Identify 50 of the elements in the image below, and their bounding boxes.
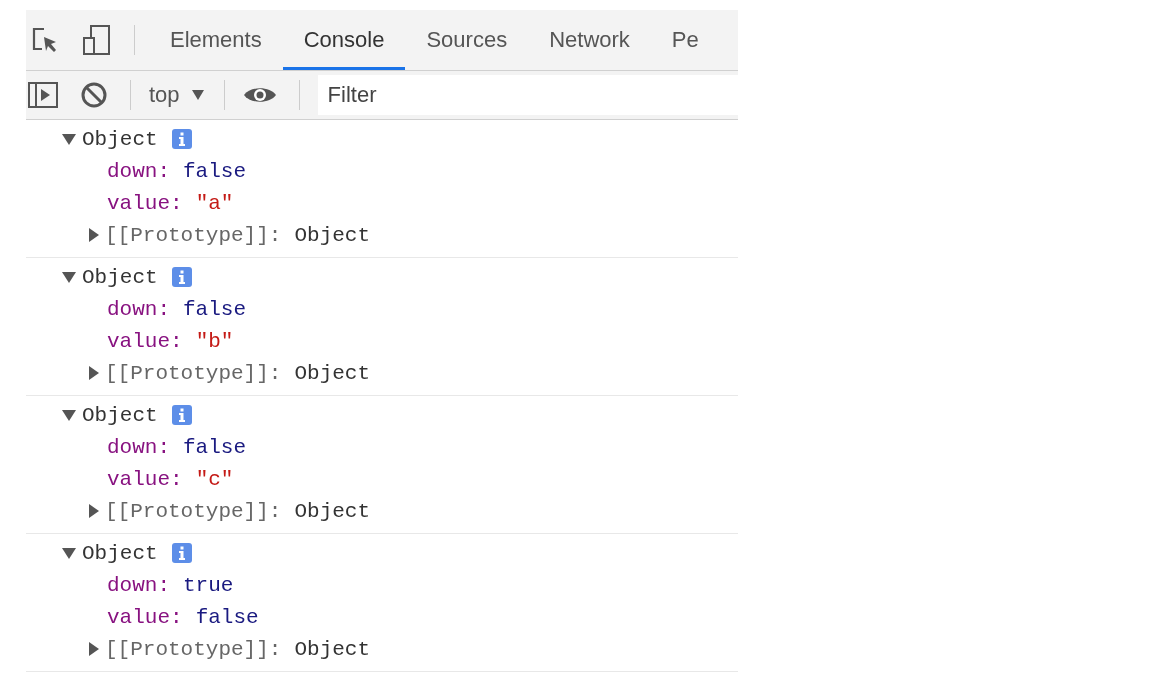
property-value: false [183, 435, 247, 459]
expand-arrow-icon[interactable] [62, 133, 76, 145]
property-value: false [183, 159, 247, 183]
property-key: down: [107, 435, 170, 459]
property-value: true [183, 573, 234, 597]
property-key: value: [107, 605, 183, 629]
context-dropdown[interactable]: top [149, 82, 204, 108]
property-value: "a" [195, 191, 234, 215]
expand-arrow-icon[interactable] [62, 271, 76, 283]
expand-arrow-icon[interactable] [89, 642, 99, 656]
tab[interactable]: Elements [149, 10, 283, 70]
property-key: down: [107, 573, 170, 597]
expand-arrow-icon[interactable] [89, 228, 99, 242]
prototype-value: Object [294, 361, 371, 385]
property-value: false [183, 297, 247, 321]
expand-arrow-icon[interactable] [62, 409, 76, 421]
tab[interactable]: Pe [650, 10, 720, 70]
expand-arrow-icon[interactable] [89, 504, 99, 518]
property-key: down: [107, 159, 170, 183]
prototype-value: Object [294, 499, 371, 523]
filter-field[interactable]: Filter [317, 75, 738, 115]
prototype-key[interactable]: [[Prototype]]: [105, 361, 282, 385]
property-key: down: [107, 297, 170, 321]
info-icon [171, 129, 192, 149]
prototype-key[interactable]: [[Prototype]]: [105, 223, 282, 247]
clear-icon[interactable] [80, 81, 108, 109]
prototype-value: Object [294, 637, 371, 661]
prototype-key[interactable]: [[Prototype]]: [105, 499, 282, 523]
info-icon [171, 405, 192, 425]
tab[interactable]: Sources [405, 10, 529, 70]
prototype-key[interactable]: [[Prototype]]: [105, 637, 282, 661]
property-value: false [195, 605, 259, 629]
object-label[interactable]: Object [82, 265, 158, 289]
property-value: "b" [195, 329, 234, 353]
property-key: value: [107, 329, 183, 353]
object-label[interactable]: Object [82, 127, 158, 151]
caret-icon [191, 90, 204, 100]
tab[interactable]: Network [528, 10, 651, 70]
expand-arrow-icon[interactable] [62, 547, 76, 559]
expand-arrow-icon[interactable] [89, 366, 99, 380]
object-label[interactable]: Object [82, 541, 158, 565]
property-value: "c" [195, 467, 234, 491]
property-key: value: [107, 191, 183, 215]
device-icon[interactable] [82, 24, 112, 56]
object-label[interactable]: Object [82, 403, 158, 427]
sidebar-icon[interactable] [28, 82, 58, 108]
info-icon [171, 267, 192, 287]
info-icon [171, 543, 192, 563]
property-key: value: [107, 467, 183, 491]
prototype-value: Object [294, 223, 371, 247]
